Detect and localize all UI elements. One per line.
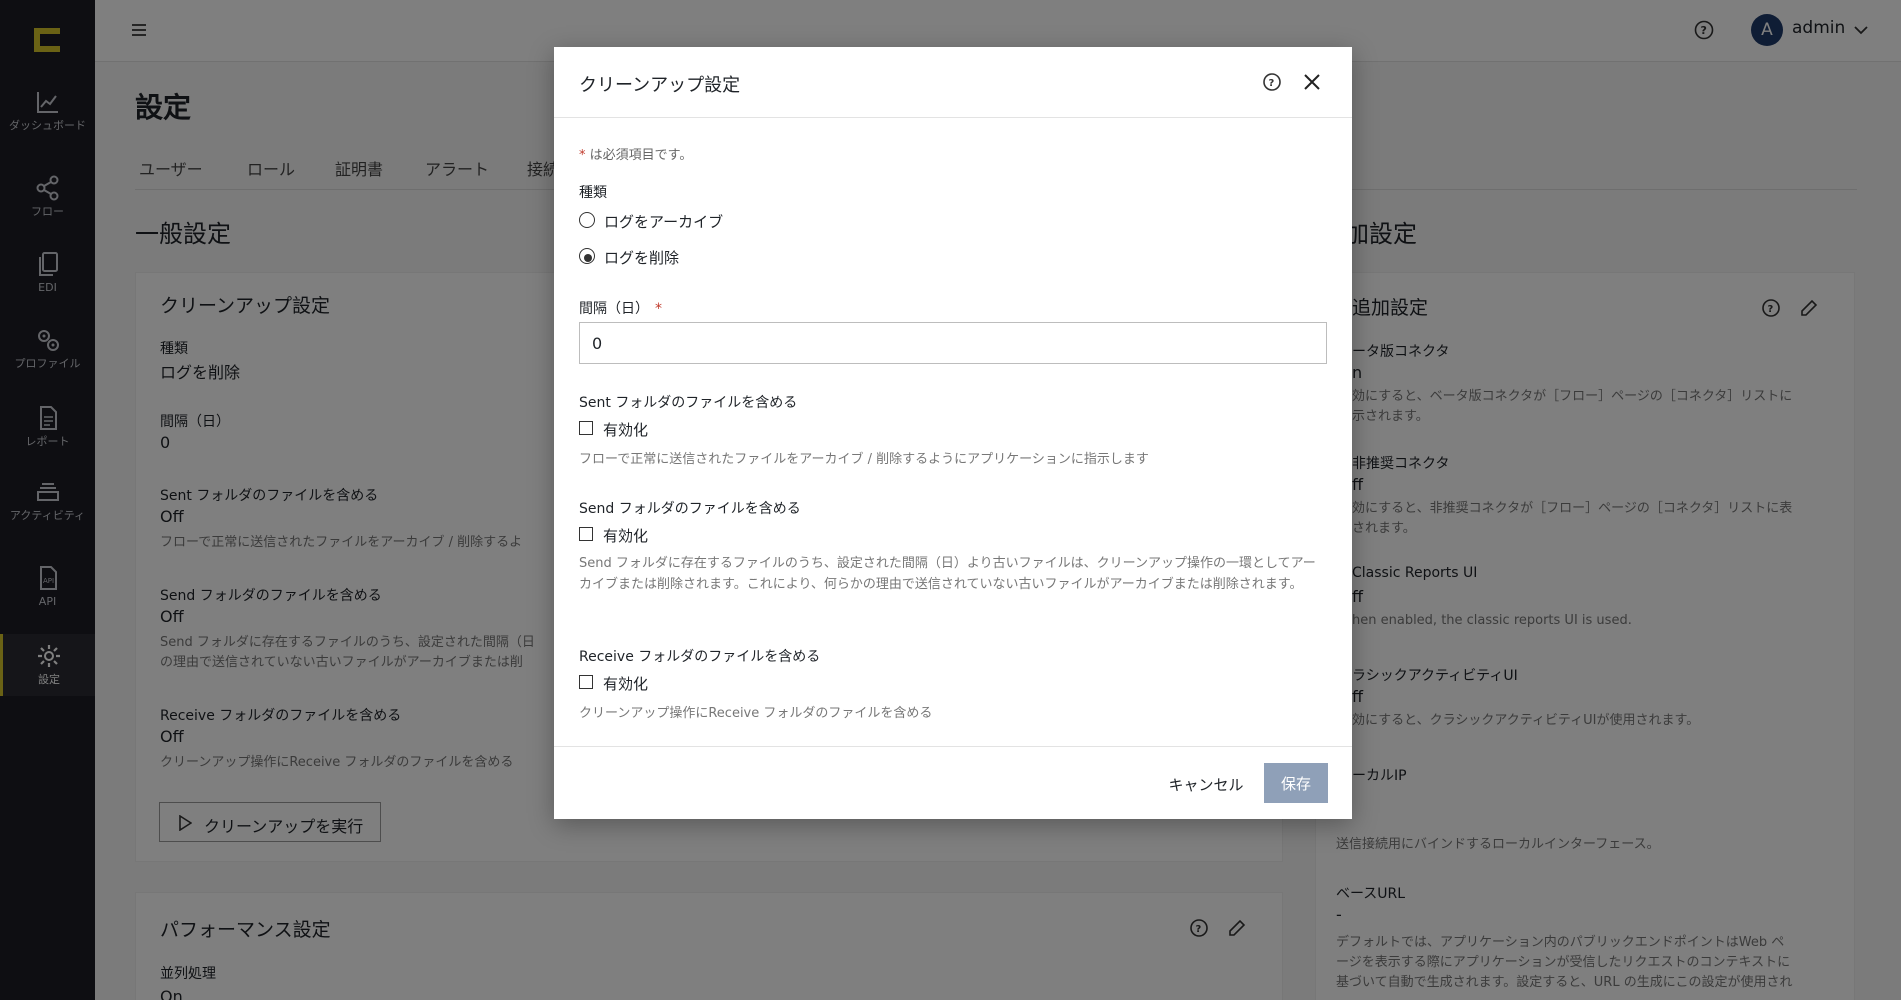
send-folder-label: Send フォルダのファイルを含める	[579, 501, 801, 517]
dialog-footer: キャンセル 保存	[554, 746, 1352, 819]
interval-input[interactable]	[579, 322, 1327, 364]
required-note-text: は必須項目です。	[585, 148, 693, 163]
dialog-header: クリーンアップ設定 ?	[554, 47, 1352, 118]
type-label: 種類	[579, 185, 607, 201]
checkbox-label: 有効化	[603, 527, 649, 545]
interval-label: 間隔（日） *	[579, 298, 662, 318]
radio-circle	[579, 212, 595, 228]
radio-archive-logs[interactable]: ログをアーカイブ	[579, 211, 759, 231]
sent-folder-help: フローで正常に送信されたファイルをアーカイブ / 削除するようにアプリケーション…	[579, 452, 1149, 467]
required-star: *	[655, 301, 662, 317]
cleanup-settings-dialog: クリーンアップ設定 ? * は必須項目です。 種類 ログをアーカイブ ログを削除…	[554, 47, 1352, 819]
receive-folder-label: Receive フォルダのファイルを含める	[579, 649, 821, 665]
cancel-button[interactable]: キャンセル	[1162, 765, 1250, 803]
checkbox-box	[579, 421, 593, 435]
radio-selected-dot	[584, 254, 592, 262]
receive-folder-help: クリーンアップ操作にReceive フォルダのファイルを含める	[579, 706, 933, 721]
help-icon[interactable]: ?	[1261, 71, 1283, 93]
sent-folder-checkbox[interactable]: 有効化	[579, 419, 779, 439]
checkbox-box	[579, 527, 593, 541]
close-icon[interactable]	[1301, 71, 1323, 93]
checkbox-label: 有効化	[603, 675, 649, 693]
save-button[interactable]: 保存	[1264, 763, 1328, 803]
dialog-body: * は必須項目です。 種類 ログをアーカイブ ログを削除 間隔（日） * Sent…	[554, 118, 1352, 746]
send-folder-checkbox[interactable]: 有効化	[579, 525, 779, 545]
radio-delete-logs[interactable]: ログを削除	[579, 247, 759, 267]
dialog-title: クリーンアップ設定	[579, 75, 741, 96]
interval-label-text: 間隔（日）	[579, 301, 649, 317]
svg-text:?: ?	[1269, 78, 1275, 89]
receive-folder-checkbox[interactable]: 有効化	[579, 673, 779, 693]
radio-label: ログを削除	[604, 249, 680, 267]
send-folder-help: Send フォルダに存在するファイルのうち、設定された間隔（日）より古いファイル…	[579, 556, 1316, 592]
sent-folder-label: Sent フォルダのファイルを含める	[579, 395, 798, 411]
checkbox-label: 有効化	[603, 421, 649, 439]
checkbox-box	[579, 675, 593, 689]
required-note: * は必須項目です。	[579, 144, 692, 163]
radio-label: ログをアーカイブ	[604, 213, 724, 231]
radio-circle	[579, 248, 595, 264]
